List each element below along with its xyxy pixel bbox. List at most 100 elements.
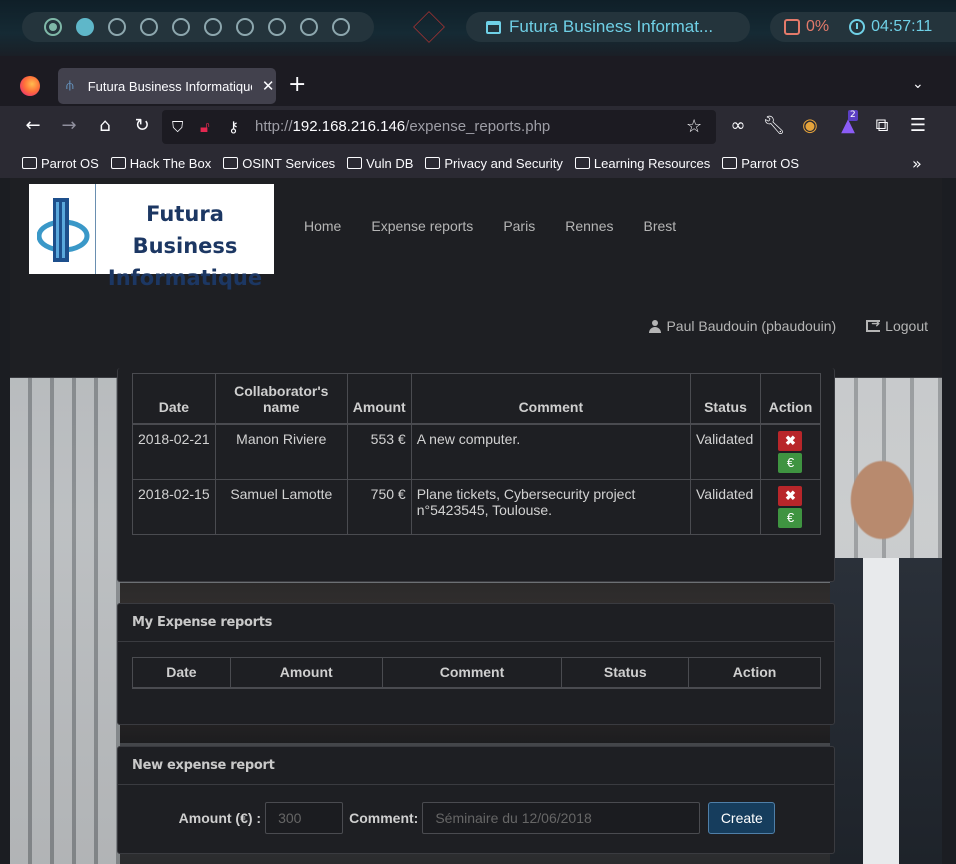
menu-hamburger-icon[interactable]: ☰ <box>906 114 930 138</box>
bookmark-learning-resources[interactable]: Learning Resources <box>574 156 710 171</box>
table-header-row: Date Collaborator's name Amount Comment … <box>132 373 822 425</box>
cell-comment: A new computer. <box>410 423 691 480</box>
folder-icon <box>722 157 738 169</box>
user-profile-link[interactable]: Paul Baudouin (pbaudouin) <box>649 318 836 334</box>
workspace-1[interactable] <box>44 18 62 36</box>
my-reports-table: Date Amount Comment Status Action <box>132 657 821 689</box>
nav-expense-reports[interactable]: Expense reports <box>371 218 473 234</box>
firefox-icon[interactable] <box>20 76 40 96</box>
system-panel: Futura Business Informat... 0% 04:57:11 <box>0 0 956 56</box>
more-bookmarks-chevron-icon[interactable]: » <box>912 154 922 173</box>
col-date: Date <box>132 657 231 689</box>
bookmark-hack-the-box[interactable]: Hack The Box <box>110 156 211 171</box>
bookmark-privacy-security[interactable]: Privacy and Security <box>425 156 563 171</box>
folder-icon <box>223 157 239 169</box>
cell-name: Samuel Lamotte <box>214 478 348 535</box>
logout-link[interactable]: Logout <box>866 317 928 334</box>
col-collaborator: Collaborator's name <box>214 373 348 425</box>
reject-button[interactable]: ✖ <box>778 485 803 506</box>
extension-badge-icon[interactable]: ▲ 2 <box>836 110 860 138</box>
insecure-lock-icon[interactable]: 🔓︎ <box>200 116 210 138</box>
mask-extension-icon[interactable]: ∞ <box>726 114 750 138</box>
workspace-7[interactable] <box>236 18 254 36</box>
comment-input[interactable]: Séminaire du 12/06/2018 <box>422 802 701 834</box>
col-amount: Amount <box>229 657 383 689</box>
amount-label: Amount (€) : <box>178 810 262 826</box>
my-reports-title: My Expense reports <box>118 604 834 642</box>
user-area: Paul Baudouin (pbaudouin) Logout <box>649 317 928 334</box>
tab-title: Futura Business Informatique <box>87 78 253 94</box>
new-report-form: Amount (€) : 300 Comment: Séminaire du 1… <box>118 801 836 835</box>
address-bar[interactable]: ⛉ 🔓︎ ⚷ http://192.168.216.146/expense_re… <box>162 110 716 144</box>
system-stats: 0% 04:57:11 <box>770 12 956 42</box>
background-window <box>10 378 120 864</box>
folder-icon <box>22 157 37 169</box>
workspace-4[interactable] <box>140 18 158 36</box>
wrench-icon[interactable]: 🔧︎ <box>762 114 786 138</box>
amount-input[interactable]: 300 <box>265 802 344 834</box>
workspace-2[interactable] <box>76 18 94 36</box>
forward-button[interactable]: → <box>57 114 81 138</box>
col-status: Status <box>689 373 761 425</box>
bookmark-parrot-os[interactable]: Parrot OS <box>22 156 99 171</box>
workspace-3[interactable] <box>108 18 126 36</box>
tracking-shield-icon[interactable]: ⛉ <box>172 116 183 138</box>
cpu-usage: 0% <box>806 18 830 35</box>
site-favicon-icon: ⫛ <box>66 78 74 93</box>
extensions-puzzle-icon[interactable]: ⧉ <box>870 114 894 138</box>
new-tab-button[interactable]: + <box>288 74 306 96</box>
browser-tab-bar: ⫛ Futura Business Informatique ✕ + ⌄ <box>0 56 956 106</box>
active-window-indicator[interactable]: Futura Business Informat... <box>466 12 750 42</box>
cpu-icon <box>784 19 800 35</box>
new-report-panel: New expense report Amount (€) : 300 Comm… <box>117 746 835 854</box>
table-header-row: Date Amount Comment Status Action <box>132 657 821 689</box>
back-button[interactable]: ← <box>21 114 45 138</box>
workspace-switcher[interactable] <box>22 12 374 42</box>
cell-date: 2018-02-21 <box>132 423 216 480</box>
bookmark-osint-services[interactable]: OSINT Services <box>223 156 335 171</box>
col-date: Date <box>132 373 216 425</box>
home-button[interactable]: ⌂ <box>93 114 117 138</box>
close-tab-icon[interactable]: ✕ <box>260 77 276 95</box>
new-report-title: New expense report <box>118 747 834 785</box>
cookie-extension-icon[interactable]: ◉ <box>798 114 822 138</box>
col-action: Action <box>759 373 822 425</box>
create-button[interactable]: Create <box>708 802 776 834</box>
my-reports-panel: My Expense reports Date Amount Comment S… <box>117 603 835 725</box>
reimburse-button[interactable]: € <box>778 507 803 528</box>
col-status: Status <box>561 657 690 689</box>
table-row: 2018-02-15 Samuel Lamotte 750 € Plane ti… <box>132 478 822 535</box>
company-logo[interactable]: Futura Business Informatique <box>29 184 274 290</box>
bookmark-star-icon[interactable]: ☆ <box>686 116 702 137</box>
building-logo-icon <box>37 198 90 262</box>
folder-icon <box>425 157 441 169</box>
nav-paris[interactable]: Paris <box>503 218 535 234</box>
workspace-10[interactable] <box>332 18 350 36</box>
parrot-logo-icon <box>413 11 445 43</box>
nav-brest[interactable]: Brest <box>643 218 676 234</box>
nav-rennes[interactable]: Rennes <box>565 218 613 234</box>
reject-button[interactable]: ✖ <box>778 430 803 451</box>
cell-status: Validated <box>689 423 761 480</box>
cell-amount: 553 € <box>346 423 412 480</box>
logo-divider <box>95 184 96 274</box>
workspace-5[interactable] <box>172 18 190 36</box>
col-comment: Comment <box>410 373 691 425</box>
bookmark-parrot-os-2[interactable]: Parrot OS <box>722 156 799 171</box>
reimburse-button[interactable]: € <box>778 452 803 473</box>
tab-list-chevron-icon[interactable]: ⌄ <box>912 76 924 92</box>
cell-comment: Plane tickets, Cybersecurity project n°5… <box>410 478 691 535</box>
folder-icon <box>110 157 126 169</box>
browser-tab[interactable]: ⫛ Futura Business Informatique ✕ <box>58 68 276 104</box>
bookmarks-bar: Parrot OS Hack The Box OSINT Services Vu… <box>0 148 956 178</box>
url-text[interactable]: http://192.168.216.146/expense_reports.p… <box>255 118 550 135</box>
bookmark-vuln-db[interactable]: Vuln DB <box>347 156 413 171</box>
cell-amount: 750 € <box>346 478 412 535</box>
key-icon[interactable]: ⚷ <box>228 116 239 138</box>
nav-home[interactable]: Home <box>304 218 341 234</box>
workspace-6[interactable] <box>204 18 222 36</box>
workspace-9[interactable] <box>300 18 318 36</box>
comment-label: Comment: <box>349 810 419 826</box>
reload-button[interactable]: ↻ <box>130 114 154 138</box>
workspace-8[interactable] <box>268 18 286 36</box>
